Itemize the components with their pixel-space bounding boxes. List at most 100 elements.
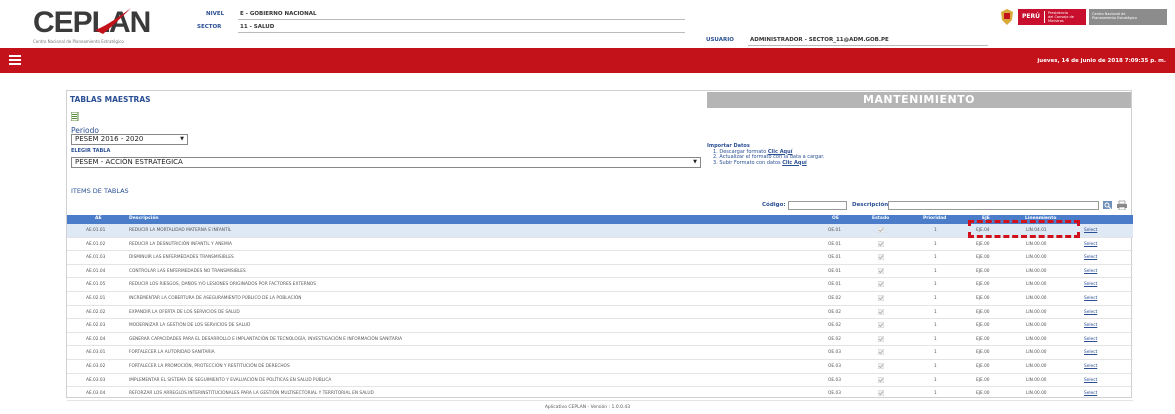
col-header-prioridad[interactable]: Prioridad (923, 216, 946, 221)
cell-oe: OE.01 (828, 268, 841, 274)
import-step-3: 3. Subir Formato con datos (713, 159, 781, 166)
tablas-maestras-panel: TABLAS MAESTRAS MANTENIMIENTO Periodo PE… (66, 90, 1133, 401)
table-row[interactable]: AE.03.02 FORTALECER LA PROMOCIÓN, PROTECC… (67, 360, 1133, 374)
select-link[interactable]: Select (1084, 378, 1097, 383)
codigo-input[interactable] (788, 201, 847, 210)
mantenimiento-bar: MANTENIMIENTO (707, 92, 1131, 108)
cell-descripcion: REDUCIR LA DESNUTRICIÓN INFANTIL Y ANEMI… (129, 241, 232, 247)
col-header-oe[interactable]: OE (832, 216, 839, 221)
cell-ae: AE.01.02 (86, 241, 106, 247)
select-link[interactable]: Select (1084, 364, 1097, 369)
nivel-value: E - GOBIERNO NACIONAL (240, 11, 317, 17)
cell-descripcion: FORTALECER LA PROMOCIÓN, PROTECCIÓN Y RE… (129, 363, 290, 369)
codigo-label: Código: (762, 202, 786, 208)
cell-oe: OE.01 (828, 282, 841, 288)
cell-eje: EJE.00 (976, 350, 990, 356)
search-icon[interactable] (1103, 200, 1113, 210)
table-row[interactable]: AE.03.04 REFORZAR LOS ARREGLOS INTERINSTI… (67, 387, 1133, 401)
select-link[interactable]: Select (1084, 323, 1097, 328)
cell-prioridad: 1 (934, 391, 937, 397)
cell-ae: AE.01.05 (86, 282, 106, 288)
tabla-select[interactable]: PESEM - ACCIÓN ESTRATÉGICA ▼ (71, 157, 701, 168)
estado-checkbox-icon (878, 227, 884, 233)
cell-descripcion: EXPANDIR LA OFERTA DE LOS SERVICIOS DE S… (129, 309, 240, 315)
col-header-ae[interactable]: AE (95, 216, 102, 221)
col-header-estado[interactable]: Estado (872, 216, 889, 221)
cell-descripcion: REDUCIR LOS RIESGOS, DAÑOS Y/O LESIONES … (129, 282, 317, 288)
select-link[interactable]: Select (1084, 337, 1097, 342)
table-row[interactable]: AE.02.01 INCREMENTAR LA COBERTURA DE ASEG… (67, 292, 1133, 306)
subir-formato-link[interactable]: Clic Aquí (782, 160, 807, 166)
cell-descripcion: GENERAR CAPACIDADES PARA EL DESARROLLO E… (129, 336, 403, 342)
elegir-tabla-label: ELEGIR TABLA (71, 148, 111, 154)
cell-ae: AE.02.04 (86, 336, 106, 342)
hamburger-menu-icon[interactable] (9, 55, 21, 65)
cell-lineamiento: LIN.00.00 (1026, 241, 1047, 247)
periodo-selected-value: PESEM 2016 - 2020 (75, 135, 144, 143)
cell-ae: AE.03.04 (86, 391, 106, 397)
cell-lineamiento: LIN.00.00 (1026, 363, 1047, 369)
estado-checkbox-icon (878, 254, 884, 261)
cell-eje: EJE.00 (976, 295, 990, 301)
app-version-footer: Aplicativo CEPLAN - Versión : 1.0.0.43 (544, 405, 631, 410)
table-row[interactable]: AE.02.03 MODERNIZAR LA GESTIÓN DE LOS SER… (67, 319, 1133, 333)
table-row[interactable]: AE.01.04 CONTROLAR LAS ENFERMEDADES NO TR… (67, 265, 1133, 279)
col-header-descripcion[interactable]: Descripción (129, 216, 159, 221)
cell-oe: OE.02 (828, 309, 841, 315)
table-row[interactable]: AE.01.05 REDUCIR LOS RIESGOS, DAÑOS Y/O L… (67, 278, 1133, 292)
table-row[interactable]: AE.02.04 GENERAR CAPACIDADES PARA EL DESA… (67, 333, 1133, 347)
ceplan-banner[interactable]: Centro Nacional de Planeamiento Estratég… (1089, 9, 1167, 25)
logo-swoosh-icon (95, 8, 131, 34)
cell-ae: AE.03.01 (86, 350, 106, 356)
cell-eje: EJE.00 (976, 363, 990, 369)
chevron-down-icon: ▼ (693, 159, 697, 165)
items-de-tablas-label: ITEMS DE TABLAS (71, 187, 129, 195)
current-datetime: jueves, 14 de junio de 2018 7:09:35 p. m… (1037, 58, 1166, 64)
importar-datos-box: Importar Datos 1. Descargar formato Clic… (707, 143, 907, 166)
ceplan-logo[interactable]: CEPLAN Centro Nacional de Planeamiento E… (33, 8, 151, 46)
descripcion-label: Descripción: (852, 202, 891, 208)
select-link[interactable]: Select (1084, 282, 1097, 287)
pcm-banner[interactable]: PERÚ Presidencia del Consejo de Ministro… (1018, 9, 1086, 25)
estado-checkbox-icon (878, 376, 884, 383)
cell-ae: AE.01.04 (86, 268, 106, 274)
menu-bar (0, 48, 1175, 73)
peru-shield-icon (1001, 9, 1013, 25)
cell-oe: OE.01 (828, 228, 841, 233)
select-link[interactable]: Select (1084, 228, 1097, 233)
cell-ae: AE.03.02 (86, 363, 106, 369)
cell-descripcion: MODERNIZAR LA GESTIÓN DE LOS SERVICIOS D… (129, 323, 251, 329)
select-link[interactable]: Select (1084, 391, 1097, 396)
select-link[interactable]: Select (1084, 296, 1097, 301)
select-link[interactable]: Select (1084, 310, 1097, 315)
table-row[interactable]: AE.03.03 IMPLEMENTAR EL SISTEMA DE SEGUIM… (67, 374, 1133, 388)
cell-oe: OE.01 (828, 241, 841, 247)
cell-descripcion: FORTALECER LA AUTORIDAD SANITARIA (129, 350, 215, 356)
cell-lineamiento: LIN.00.00 (1026, 323, 1047, 329)
select-link[interactable]: Select (1084, 350, 1097, 355)
estado-checkbox-icon (878, 267, 884, 274)
table-row[interactable]: AE.02.02 EXPANDIR LA OFERTA DE LOS SERVIC… (67, 306, 1133, 320)
cell-descripcion: DISMINUIR LAS ENFERMEDADES TRANSMISIBLES (129, 255, 234, 261)
select-link[interactable]: Select (1084, 255, 1097, 260)
cell-oe: OE.02 (828, 323, 841, 329)
export-excel-icon[interactable] (71, 112, 79, 121)
cell-lineamiento: LIN.00.00 (1026, 309, 1047, 315)
cell-prioridad: 1 (934, 255, 937, 261)
table-row[interactable]: AE.03.01 FORTALECER LA AUTORIDAD SANITARI… (67, 346, 1133, 360)
select-link[interactable]: Select (1084, 242, 1097, 247)
table-row[interactable]: AE.01.03 DISMINUIR LAS ENFERMEDADES TRANS… (67, 251, 1133, 265)
cell-lineamiento: LIN.00.00 (1026, 268, 1047, 274)
chevron-down-icon: ▼ (180, 136, 184, 142)
estado-checkbox-icon (878, 390, 884, 397)
print-icon[interactable] (1117, 200, 1127, 210)
cell-prioridad: 1 (934, 241, 937, 247)
estado-checkbox-icon (878, 322, 884, 329)
descripcion-input[interactable] (888, 201, 1099, 210)
select-link[interactable]: Select (1084, 269, 1097, 274)
periodo-select[interactable]: PESEM 2016 - 2020 ▼ (71, 134, 188, 145)
cell-oe: OE.02 (828, 336, 841, 342)
cell-oe: OE.02 (828, 295, 841, 301)
logo-subtitle: Centro Nacional de Planeamiento Estratég… (33, 39, 124, 44)
table-row[interactable]: AE.01.02 REDUCIR LA DESNUTRICIÓN INFANTIL… (67, 238, 1133, 252)
